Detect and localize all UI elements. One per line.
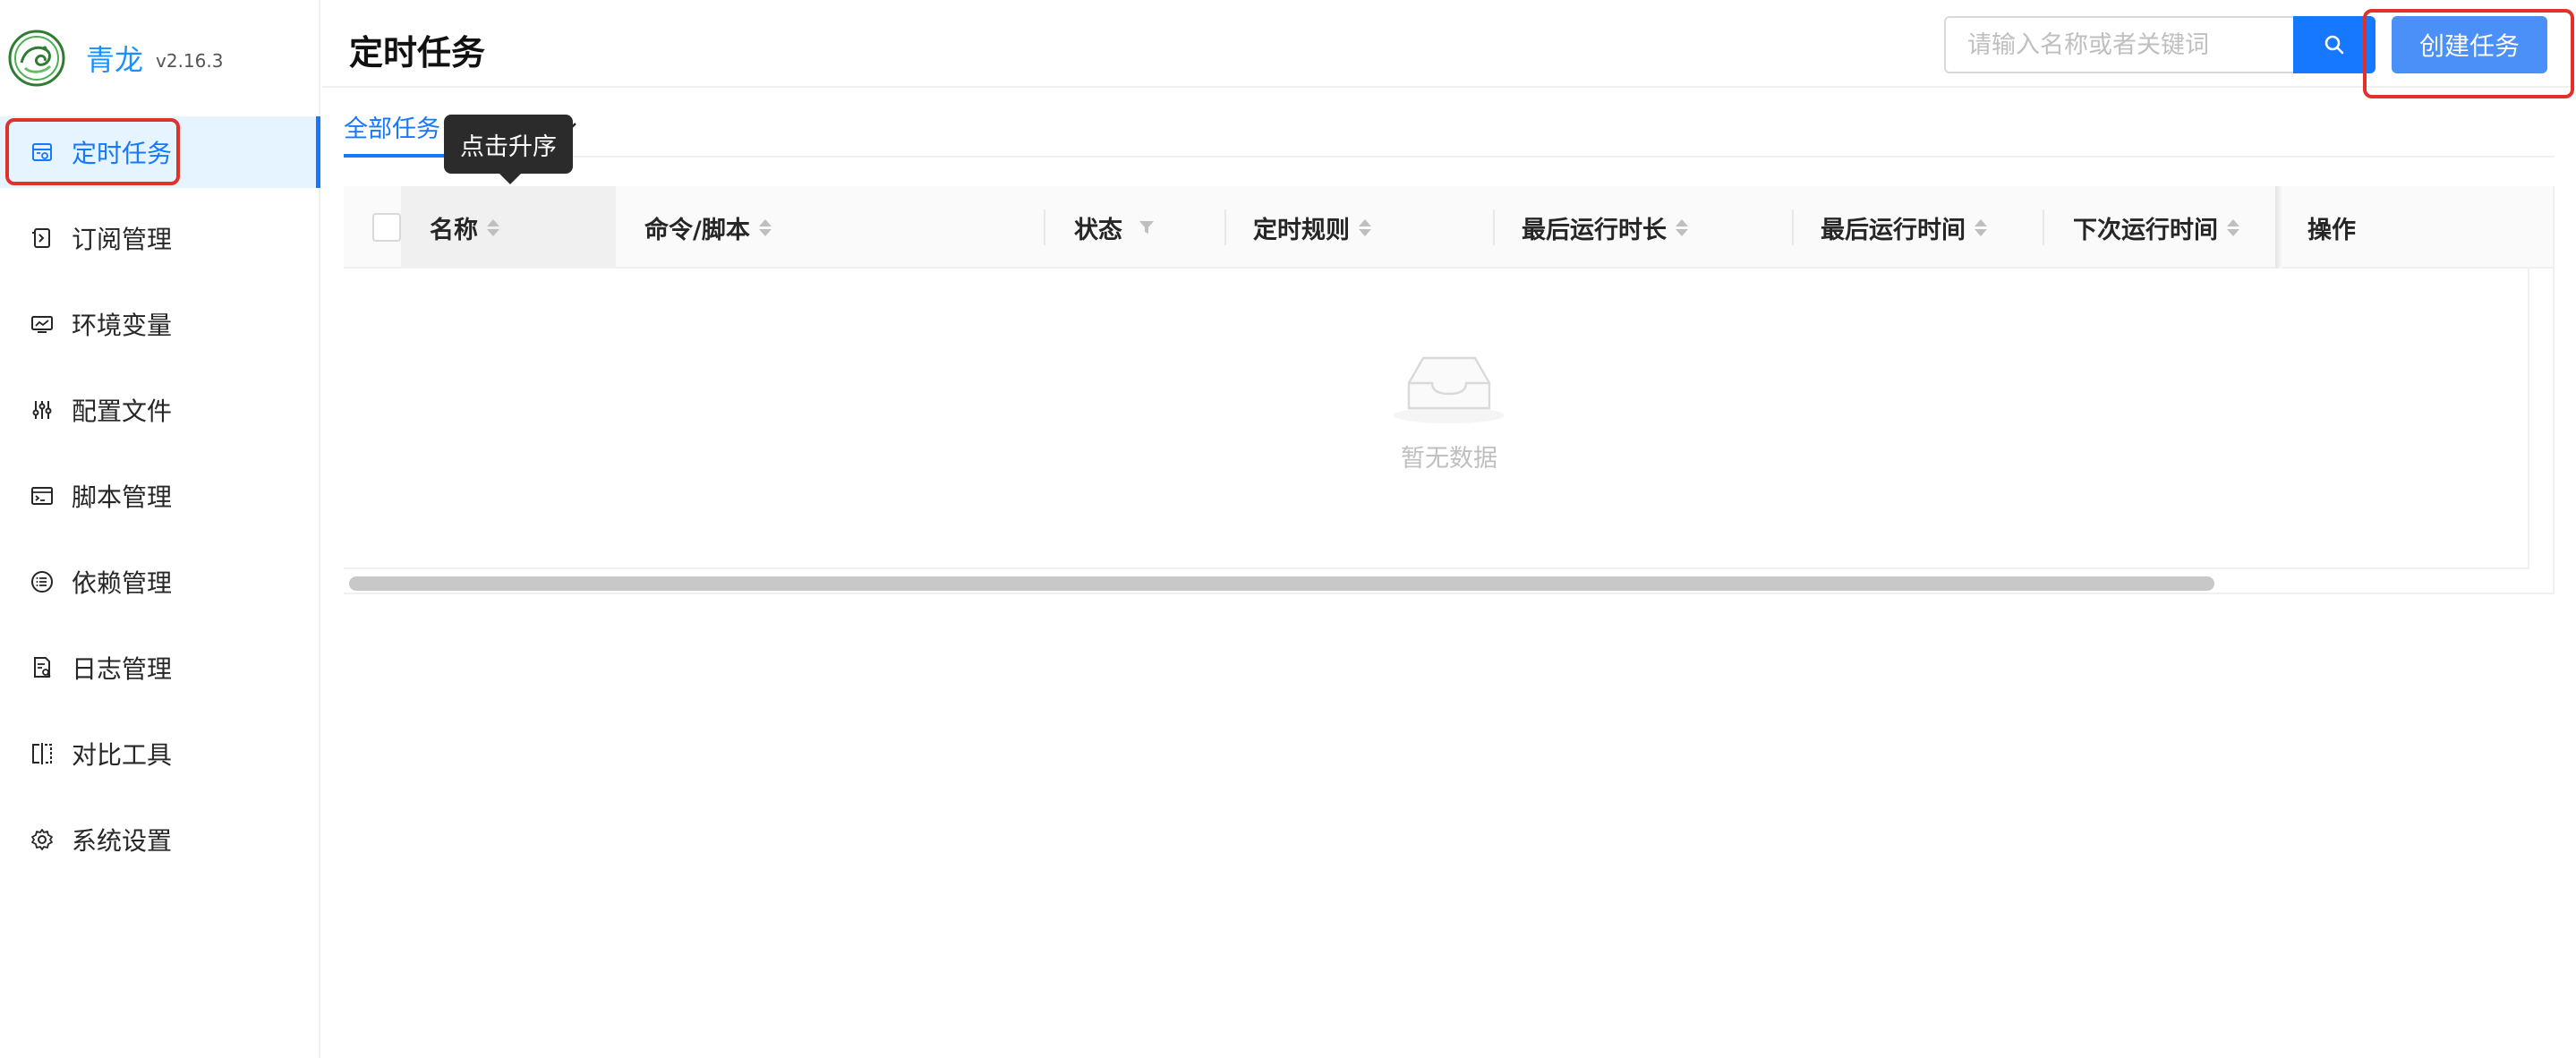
column-divider [2043,209,2044,245]
diff-icon [29,740,55,767]
search-input[interactable] [1944,16,2293,73]
sidebar-item-label: 依赖管理 [72,568,173,598]
sidebar-item-config[interactable]: 配置文件 [0,374,320,446]
sidebar-item-label: 定时任务 [72,139,173,168]
monitor-icon [29,311,55,337]
brand[interactable]: 青龙 v2.16.3 [7,27,223,90]
column-label: 最后运行时长 [1522,216,1667,244]
sidebar-item-cron[interactable]: 定时任务 [0,116,320,188]
sliders-icon [29,397,55,423]
app-version: v2.16.3 [156,50,224,72]
task-tabs: 全部任务 更多 [344,98,2555,158]
column-header-next-run[interactable]: 下次运行时间 [2073,186,2239,269]
column-label: 名称 [430,216,478,244]
tab-all-tasks[interactable]: 全部任务 [344,109,440,144]
sidebar-item-scripts[interactable]: 脚本管理 [0,460,320,532]
calendar-task-icon [29,139,55,166]
qinglong-logo [8,30,65,87]
column-label: 最后运行时间 [1821,216,1966,244]
list-circle-icon [29,568,55,595]
column-header-actions: 操作 [2307,186,2356,269]
task-table: 名称 命令/脚本 状态 定时规则 最后运行时长 最后运行时间 下次运行时间 操作… [344,186,2555,594]
sidebar-item-label: 系统设置 [72,826,173,856]
filter-icon [1139,221,1154,234]
subscription-icon [29,225,55,252]
sidebar-item-env[interactable]: 环境变量 [0,288,320,360]
table-body: 暂无数据 [344,269,2529,569]
sidebar-item-label: 配置文件 [72,397,173,426]
column-divider [1493,209,1495,245]
column-label: 操作 [2307,216,2356,244]
sidebar-item-settings[interactable]: 系统设置 [0,804,320,875]
column-label: 命令/脚本 [644,216,750,244]
column-header-schedule[interactable]: 定时规则 [1253,186,1371,269]
empty-inbox-icon [1394,356,1505,423]
sort-tooltip: 点击升序 [444,115,573,184]
column-header-last-run[interactable]: 最后运行时间 [1821,186,1987,269]
column-label: 下次运行时间 [2073,216,2218,244]
column-label: 定时规则 [1253,216,1350,244]
sort-icon [2227,218,2239,236]
tab-label: 全部任务 [344,115,440,143]
app-name: 青龙 [86,43,144,77]
sort-icon [758,218,772,236]
empty-text: 暂无数据 [1401,445,1497,473]
column-divider [1224,209,1226,245]
select-all-checkbox[interactable] [372,213,401,242]
sidebar-item-label: 对比工具 [72,740,173,770]
horizontal-scrollbar[interactable] [349,576,2214,591]
column-divider [1044,209,1045,245]
sidebar-item-dependencies[interactable]: 依赖管理 [0,546,320,618]
create-task-button[interactable]: 创建任务 [2392,16,2547,73]
sidebar-item-logs[interactable]: 日志管理 [0,632,320,704]
sidebar: 青龙 v2.16.3 定时任务 订阅管理 环境变量 配置文件 脚本管理 依赖管理… [0,0,320,1058]
sort-icon [1975,218,1987,236]
sidebar-nav: 定时任务 订阅管理 环境变量 配置文件 脚本管理 依赖管理 日志管理 对比工具 … [0,116,320,890]
search-bar [1944,16,2376,73]
column-header-status[interactable]: 状态 [1074,186,1156,269]
column-header-command[interactable]: 命令/脚本 [644,186,772,269]
sidebar-item-label: 脚本管理 [72,482,173,512]
search-button[interactable] [2293,16,2376,73]
sort-icon [1359,218,1371,236]
fixed-column-shadow [2275,186,2282,269]
sidebar-item-label: 环境变量 [72,311,173,340]
sort-icon [487,218,499,236]
search-icon [2324,35,2344,55]
active-tab-indicator [344,154,448,158]
file-search-icon [29,654,55,681]
sort-icon [1676,218,1688,236]
column-divider [1792,209,1794,245]
sidebar-item-label: 订阅管理 [72,225,173,254]
column-label: 状态 [1074,216,1122,244]
sidebar-item-subscription[interactable]: 订阅管理 [0,202,320,274]
terminal-icon [29,482,55,509]
page-title: 定时任务 [349,33,486,73]
page-header: 定时任务 创建任务 [322,0,2576,88]
sidebar-item-label: 日志管理 [72,654,173,684]
sidebar-item-diff[interactable]: 对比工具 [0,718,320,789]
empty-state: 暂无数据 [1391,349,1507,474]
column-header-name[interactable]: 名称 [430,186,499,269]
column-header-last-duration[interactable]: 最后运行时长 [1522,186,1688,269]
gear-icon [29,826,55,853]
table-header: 名称 命令/脚本 状态 定时规则 最后运行时长 最后运行时间 下次运行时间 操作 [344,186,2555,269]
